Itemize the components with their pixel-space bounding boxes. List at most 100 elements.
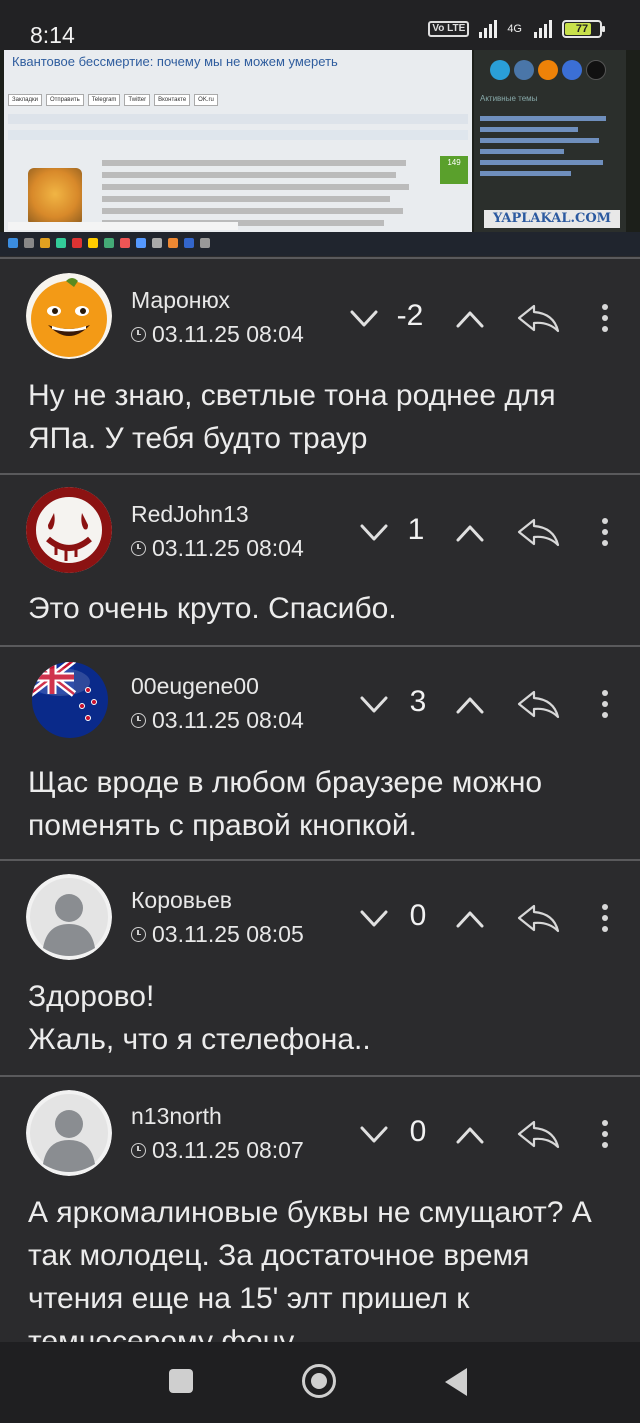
share-buttons: Закладки Отправить Telegram Twitter Вкон… (8, 94, 218, 106)
comment-text: Щас вроде в любом браузере можно поменят… (28, 766, 543, 842)
username[interactable]: Коровьев (131, 887, 232, 914)
share-bookmark: Закладки (8, 94, 42, 106)
share-telegram: Telegram (87, 94, 121, 106)
vote-up-icon[interactable] (455, 909, 485, 929)
share-send: Отправить (45, 94, 84, 106)
signal-icon-2 (534, 20, 552, 38)
comment-date-text: 03.11.25 08:04 (152, 707, 304, 733)
comment-rating: -2 (396, 299, 424, 332)
comment-text: А яркомалиновые буквы не смущают? А так … (28, 1196, 592, 1358)
side-links (480, 110, 620, 182)
vote-down-icon[interactable] (359, 695, 389, 715)
url-strip (8, 222, 238, 230)
comment-text: Ну не знаю, светлые тона роднее для ЯПа.… (28, 379, 556, 455)
volte-icon: Vo LTE (428, 21, 470, 37)
status-time: 8:14 (30, 22, 75, 48)
reply-icon[interactable] (516, 689, 560, 719)
forum-page-preview: Квантовое бессмертие: почему мы не можем… (4, 50, 472, 236)
avatar-default-image (26, 874, 112, 960)
windows-taskbar (0, 232, 640, 256)
comment-text: Это очень круто. Спасибо. (28, 592, 397, 625)
more-options-icon[interactable] (600, 689, 610, 719)
comments-list: Маронюх 03.11.25 08:04 -2 Ну не знаю, св… (0, 257, 640, 1358)
vote-up-icon[interactable] (455, 523, 485, 543)
home-button[interactable] (302, 1364, 336, 1398)
more-options-icon[interactable] (600, 517, 610, 547)
clock-icon (131, 927, 146, 942)
avatar[interactable] (26, 273, 112, 359)
social-icons (490, 60, 606, 80)
status-icons: Vo LTE 4G 77 (428, 20, 605, 38)
vote-down-icon[interactable] (359, 523, 389, 543)
forum-title: Квантовое бессмертие: почему мы не можем… (12, 54, 338, 69)
embedded-screenshot[interactable]: Квантовое бессмертие: почему мы не можем… (0, 50, 640, 256)
avatar[interactable] (26, 1090, 112, 1176)
network-type: 4G (507, 23, 522, 35)
more-options-icon[interactable] (600, 1119, 610, 1149)
reply-icon[interactable] (516, 517, 560, 547)
username[interactable]: Маронюх (131, 287, 230, 314)
forum-sidebar-preview: Активные темы YAPLAKAL.COM (474, 50, 626, 236)
reply-icon[interactable] (516, 903, 560, 933)
comment-rating: 0 (409, 899, 427, 932)
vote-down-icon[interactable] (359, 909, 389, 929)
clock-icon (131, 541, 146, 556)
comment-rating: 3 (409, 685, 427, 718)
clock-icon (131, 713, 146, 728)
forum-post-text (102, 154, 422, 232)
battery-icon: 77 (562, 20, 605, 38)
username[interactable]: RedJohn13 (131, 501, 249, 528)
comment-rating: 1 (407, 513, 425, 546)
username[interactable]: n13north (131, 1103, 222, 1130)
comment-date-text: 03.11.25 08:07 (152, 1137, 304, 1163)
avatar-default-image (26, 1090, 112, 1176)
vote-down-icon[interactable] (359, 1125, 389, 1145)
vote-up-icon[interactable] (455, 695, 485, 715)
recent-apps-button[interactable] (169, 1369, 193, 1393)
vote-up-icon[interactable] (455, 309, 485, 329)
avatar[interactable] (26, 487, 112, 573)
share-ok: OK.ru (194, 94, 218, 106)
forum-user-bar (8, 130, 468, 140)
comment-rating: 0 (409, 1115, 427, 1148)
back-button[interactable] (445, 1368, 467, 1396)
avatar[interactable] (26, 874, 112, 960)
system-nav-bar (0, 1342, 640, 1423)
comment-date: 03.11.25 08:05 (131, 921, 304, 948)
comment: Коровьев 03.11.25 08:05 0 Здорово! Жаль,… (0, 859, 640, 1075)
comment: n13north 03.11.25 08:07 0 А яркомалиновы… (0, 1075, 640, 1358)
username[interactable]: 00eugene00 (131, 673, 259, 700)
comment-date: 03.11.25 08:07 (131, 1137, 304, 1164)
comment-date-text: 03.11.25 08:05 (152, 921, 304, 947)
avatar-nz-flag-image (32, 662, 108, 738)
comment-date: 03.11.25 08:04 (131, 535, 304, 562)
comment: Маронюх 03.11.25 08:04 -2 Ну не знаю, св… (0, 257, 640, 473)
vote-up-icon[interactable] (455, 1125, 485, 1145)
share-vk: Вконтакте (154, 94, 191, 106)
forum-meta-bar (8, 114, 468, 124)
cat-avatar (28, 168, 82, 226)
avatar-orange-image (26, 273, 112, 359)
battery-level: 77 (575, 23, 589, 35)
comment-date: 03.11.25 08:04 (131, 321, 304, 348)
clock-icon (131, 327, 146, 342)
comment: 00eugene00 03.11.25 08:04 3 Щас вроде в … (0, 645, 640, 859)
more-options-icon[interactable] (600, 903, 610, 933)
reply-icon[interactable] (516, 1119, 560, 1149)
comment-date-text: 03.11.25 08:04 (152, 321, 304, 347)
yaplakal-logo: YAPLAKAL.COM (484, 210, 620, 228)
side-heading: Активные темы (480, 94, 538, 103)
avatar[interactable] (30, 660, 110, 740)
vote-down-icon[interactable] (349, 309, 379, 329)
signal-icon (479, 20, 498, 38)
comment-date-text: 03.11.25 08:04 (152, 535, 304, 561)
reply-icon[interactable] (516, 303, 560, 333)
clock-icon (131, 1143, 146, 1158)
comment: RedJohn13 03.11.25 08:04 1 Это очень кру… (0, 473, 640, 645)
more-options-icon[interactable] (600, 303, 610, 333)
comment-text: Здорово! Жаль, что я стелефона.. (28, 980, 371, 1056)
avatar-smiley-image (26, 487, 112, 573)
comment-date: 03.11.25 08:04 (131, 707, 304, 734)
share-twitter: Twitter (124, 94, 151, 106)
post-rating-badge: 149 (440, 156, 468, 184)
